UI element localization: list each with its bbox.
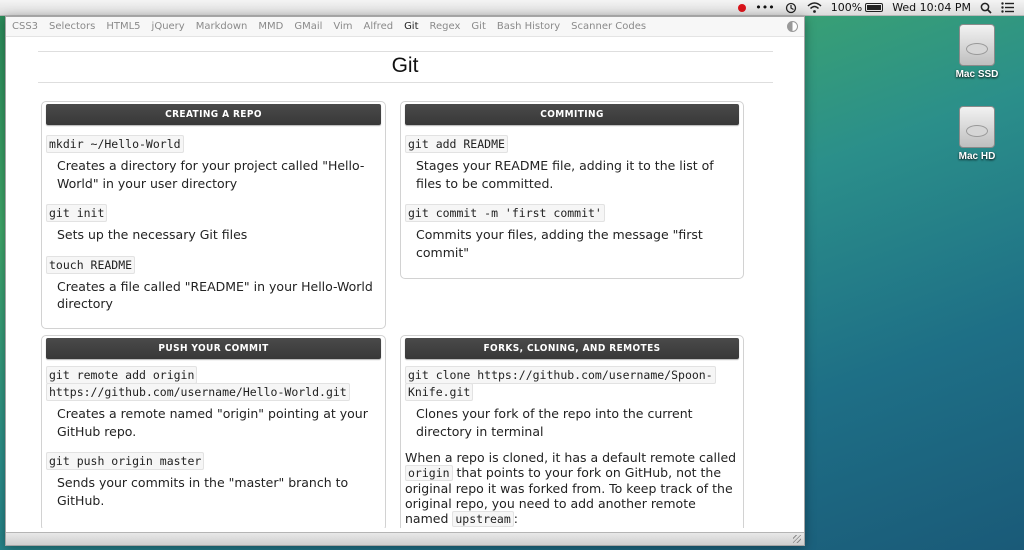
tab-alfred[interactable]: Alfred [364,21,394,32]
command-description: Sends your commits in the "master" branc… [57,475,349,508]
command-entry: git add README Stages your README file, … [405,133,739,192]
title-rule-top [38,51,773,52]
card-forks-cloning-remotes: FORKS, CLONING, AND REMOTES git clone ht… [400,335,744,528]
overflow-dots-icon[interactable]: ••• [755,1,774,14]
card-heading: PUSH YOUR COMMIT [46,338,381,359]
cheatsheet-tab-bar: CSS3 Selectors HTML5 jQuery Markdown MMD… [6,17,804,37]
command-entry: git push origin master Sends your commit… [46,450,381,509]
command-code: git init [46,204,108,222]
command-code: touch README [46,255,136,274]
desktop-drive-mac-ssd[interactable]: Mac SSD [942,24,1012,80]
page-title: Git [391,54,419,77]
command-entry: mkdir ~/Hello-World Creates a directory … [46,133,381,192]
command-description: Clones your fork of the repo into the cu… [416,406,693,439]
command-entry: git remote add origin https://github.com… [46,366,381,440]
record-status-icon[interactable] [738,3,747,12]
wifi-icon[interactable] [807,2,822,13]
command-code: mkdir ~/Hello-World [46,135,184,153]
tab-scanner-codes[interactable]: Scanner Codes [571,21,646,32]
card-heading: FORKS, CLONING, AND REMOTES [405,338,739,359]
cheatsheet-window: CSS3 Selectors HTML5 jQuery Markdown MMD… [5,16,805,546]
tab-bash-history[interactable]: Bash History [497,21,560,32]
drive-label: Mac SSD [955,69,999,80]
tab-mmd[interactable]: MMD [258,21,283,32]
command-code-line: git remote add origin [46,366,198,384]
command-code-line: https://github.com/username/Hello-World.… [46,383,350,401]
resize-grip-icon[interactable] [793,535,801,543]
card-heading: COMMITING [405,104,739,125]
command-description: Creates a directory for your project cal… [57,158,365,191]
theme-toggle-icon[interactable] [787,21,798,32]
command-description: Creates a remote named "origin" pointing… [57,406,368,439]
tab-git-active[interactable]: Git [404,21,418,32]
tab-html5[interactable]: HTML5 [106,21,140,32]
command-description: Sets up the necessary Git files [57,227,248,242]
card-push-your-commit: PUSH YOUR COMMIT git remote add origin h… [41,335,386,528]
desktop-drive-mac-hd[interactable]: Mac HD [942,106,1012,162]
hard-drive-icon [959,24,995,66]
inline-code-origin: origin [405,465,453,481]
command-entry: git commit -m 'first commit' Commits you… [405,202,739,261]
tab-markdown[interactable]: Markdown [196,21,248,32]
paragraph-text: When a repo is cloned, it has a default … [405,450,737,465]
paragraph-text: : [513,511,518,526]
drive-label: Mac HD [958,151,996,162]
tab-vim[interactable]: Vim [333,21,352,32]
command-code: git add README [405,135,508,153]
command-description: Stages your README file, adding it to th… [416,158,714,191]
tab-css3[interactable]: CSS3 [12,21,38,32]
command-entry: touch README Creates a file called "READ… [46,254,381,313]
notification-center-icon[interactable] [1001,2,1014,13]
remotes-explanation: When a repo is cloned, it has a default … [405,450,739,527]
cheatsheet-content: Git CREATING A REPO mkdir ~/Hello-World … [6,38,804,528]
command-code: git remote add origin https://github.com… [46,366,381,401]
tab-git[interactable]: Git [471,21,485,32]
battery-status[interactable]: 100% [830,1,884,14]
battery-percent: 100% [830,1,863,14]
window-status-bar [6,532,804,545]
command-code: git push origin master [46,452,205,470]
command-code-line: Knife.git [405,383,474,401]
menubar-clock[interactable]: Wed 10:04 PM [892,1,971,14]
title-rule-bottom [38,82,773,83]
command-code-line: git clone https://github.com/username/Sp… [405,366,716,384]
tab-gmail[interactable]: GMail [294,21,322,32]
spotlight-search-icon[interactable] [980,2,992,14]
sync-icon[interactable] [784,2,798,14]
tab-selectors[interactable]: Selectors [49,21,95,32]
inline-code-upstream: upstream [452,511,514,527]
hard-drive-icon [959,106,995,148]
tab-jquery[interactable]: jQuery [152,21,185,32]
command-entry: git clone https://github.com/username/Sp… [405,366,739,440]
command-description: Creates a file called "README" in your H… [57,278,373,312]
command-code: git clone https://github.com/username/Sp… [405,366,739,401]
card-heading: CREATING A REPO [46,104,381,125]
command-description: Commits your files, adding the message "… [416,227,703,260]
tab-regex[interactable]: Regex [430,21,461,32]
battery-icon [865,3,884,12]
menu-bar: ••• 100% Wed 10:04 PM [0,0,1024,16]
card-commiting: COMMITING git add README Stages your REA… [400,101,744,279]
card-creating-a-repo: CREATING A REPO mkdir ~/Hello-World Crea… [41,101,386,329]
command-entry: git init Sets up the necessary Git files [46,202,381,244]
command-code: git commit -m 'first commit' [405,204,605,222]
